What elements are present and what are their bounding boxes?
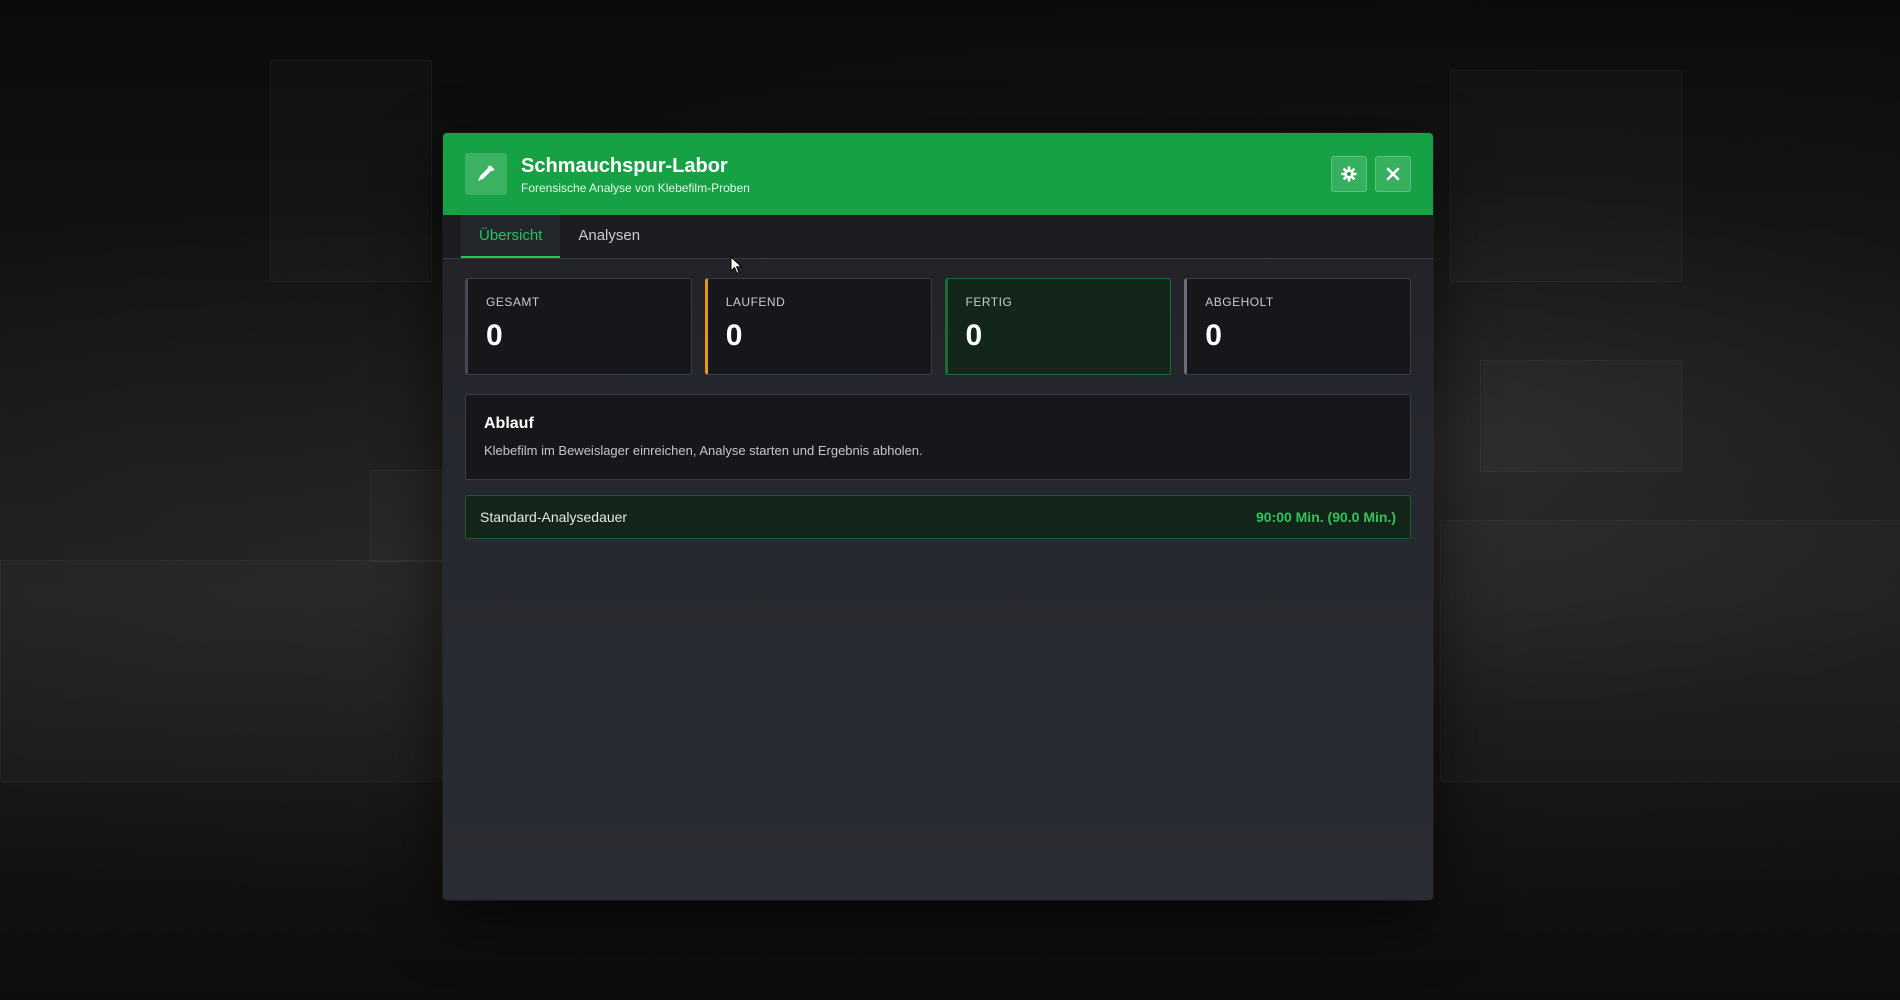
overview-content: GESAMT 0 LAUFEND 0 FERTIG 0 ABGEHOLT 0 A… [443,259,1433,558]
title-block: Schmauchspur-Labor Forensische Analyse v… [521,154,1323,195]
mouse-cursor-icon [730,255,744,281]
background-shelf [1450,70,1682,282]
stat-card-total: GESAMT 0 [465,278,692,375]
tab-overview[interactable]: Übersicht [461,215,561,258]
tab-bar: Übersicht Analysen [443,215,1433,259]
window-subtitle: Forensische Analyse von Klebefilm-Proben [521,180,750,195]
window-header: Schmauchspur-Labor Forensische Analyse v… [443,133,1433,215]
lab-window: Schmauchspur-Labor Forensische Analyse v… [443,133,1433,900]
background-equipment [1480,360,1682,472]
workflow-panel: Ablauf Klebefilm im Beweislager einreich… [465,394,1411,480]
standard-duration-row: Standard-Analysedauer 90:00 Min. (90.0 M… [465,495,1411,539]
stat-value: 0 [725,319,743,352]
workflow-title: Ablauf [484,415,534,432]
stat-label: ABGEHOLT [1205,295,1274,309]
stat-label: FERTIG [965,295,1013,309]
background-equipment [370,470,442,562]
gear-icon [1341,166,1357,182]
pipette-icon [465,153,507,195]
close-button[interactable] [1375,156,1411,192]
stat-card-collected: ABGEHOLT 0 [1184,278,1411,375]
stats-row: GESAMT 0 LAUFEND 0 FERTIG 0 ABGEHOLT 0 [465,278,1411,375]
tab-analyses[interactable]: Analysen [560,215,658,258]
background-bench [0,560,442,782]
stat-label: GESAMT [486,295,540,309]
background-shelf [270,60,432,282]
stat-value: 0 [486,319,503,352]
settings-button[interactable] [1331,156,1367,192]
duration-value: 90:00 Min. (90.0 Min.) [1255,509,1396,525]
stat-card-running: LAUFEND 0 [704,278,932,375]
stat-label: LAUFEND [725,295,786,309]
window-title: Schmauchspur-Labor [521,154,728,177]
duration-label: Standard-Analysedauer [480,509,628,525]
stat-value: 0 [1205,319,1222,352]
close-icon [1386,167,1400,181]
workflow-text: Klebefilm im Beweislager einreichen, Ana… [484,443,923,458]
background-bench [1440,520,1900,782]
stat-card-finished: FERTIG 0 [944,278,1172,375]
stat-value: 0 [965,319,983,352]
